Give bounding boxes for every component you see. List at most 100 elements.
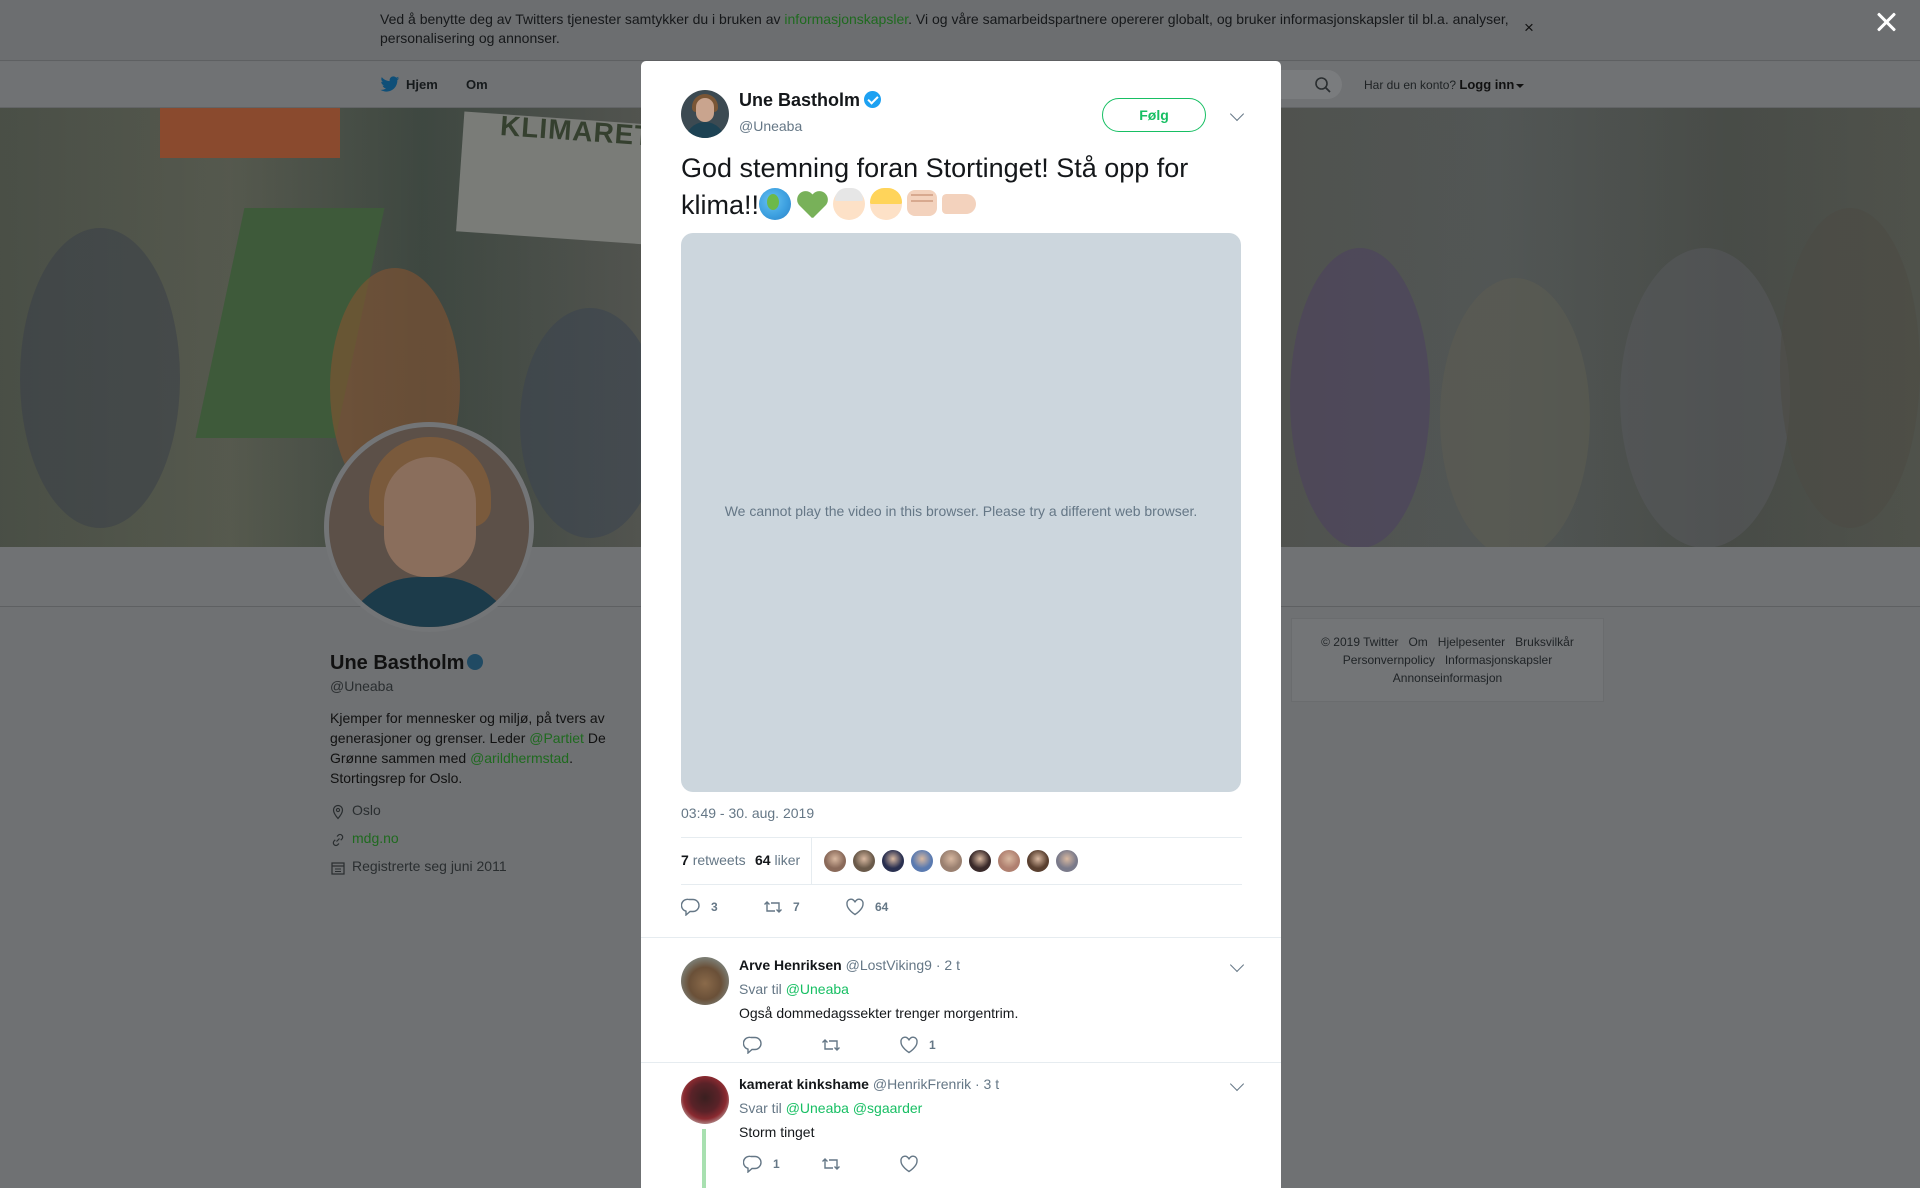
login-button[interactable]: Logg inn (1459, 77, 1514, 92)
footer-ads-link[interactable]: Annonseinformasjon (1393, 671, 1502, 685)
banner-crowd-shape (1440, 278, 1590, 547)
liker-avatar[interactable] (823, 849, 847, 873)
reply-author-handle[interactable]: @LostViking9 (846, 957, 932, 973)
reply-author-name[interactable]: kamerat kinkshame (739, 1076, 869, 1092)
location-text: Oslo (352, 802, 381, 818)
likes-label: liker (774, 852, 801, 868)
verified-badge-icon (467, 654, 484, 670)
avatar-body (685, 122, 725, 138)
cookie-close-icon[interactable]: × (1524, 18, 1534, 38)
video-player[interactable]: We cannot play the video in this browser… (681, 233, 1241, 792)
footer-terms-link[interactable]: Bruksvilkår (1515, 635, 1574, 649)
tweet-timestamp[interactable]: 03:49 - 30. aug. 2019 (681, 805, 814, 821)
tweet-menu-chevron-down-icon[interactable] (1229, 106, 1245, 122)
reply-time[interactable]: · 3 t (975, 1076, 999, 1092)
retweets-stat[interactable]: 7 retweets (681, 852, 746, 868)
reply-tweet[interactable]: kamerat kinkshame @HenrikFrenrik · 3 t S… (641, 1063, 1281, 1188)
profile-name[interactable]: Une Bastholm (330, 650, 630, 676)
joined-text: Registrerte seg juni 2011 (352, 858, 507, 874)
banner-crowd-shape (1290, 248, 1430, 547)
banner-crowd-shape (520, 308, 660, 538)
profile-location: Oslo (330, 802, 630, 820)
footer-about-link[interactable]: Om (1408, 635, 1427, 649)
nav-about-link[interactable]: Om (466, 77, 488, 92)
profile-handle[interactable]: @Uneaba (330, 678, 630, 694)
banner-crowd-shape (1780, 208, 1920, 528)
profile-info-card: Une Bastholm @Uneaba Kjemper for mennesk… (330, 650, 630, 876)
like-count: 1 (929, 1038, 936, 1052)
footer-copyright: © 2019 Twitter (1321, 635, 1399, 649)
reply-time[interactable]: · 2 t (936, 957, 960, 973)
reply-header: kamerat kinkshame @HenrikFrenrik · 3 t (739, 1076, 999, 1092)
reply-avatar[interactable] (681, 1076, 729, 1124)
bio-mention-link[interactable]: @arildhermstad (470, 750, 569, 766)
profile-website[interactable]: mdg.no (330, 830, 630, 848)
girl-emoji-icon (870, 188, 903, 220)
profile-name-text[interactable]: Une Bastholm (330, 652, 464, 674)
profile-avatar[interactable] (324, 422, 534, 632)
account-prompt: Har du en konto? (1364, 78, 1457, 92)
follow-button[interactable]: Følg (1102, 98, 1206, 132)
reply-menu-chevron-down-icon[interactable] (1229, 957, 1245, 973)
reply-author-handle[interactable]: @HenrikFrenrik (873, 1076, 971, 1092)
reply-icon (743, 1036, 762, 1054)
author-name[interactable]: Une Bastholm (739, 90, 882, 111)
reply-to-label: Svar til (739, 1100, 786, 1116)
cookie-text: Ved å benytte deg av Twitters tjenester … (380, 10, 1520, 48)
avatar-face (384, 457, 476, 577)
search-icon[interactable] (1314, 76, 1332, 94)
liker-avatar[interactable] (852, 849, 876, 873)
retweet-icon (822, 1039, 840, 1051)
caret-down-icon[interactable] (1516, 83, 1525, 88)
cookie-link[interactable]: informasjonskapsler (784, 11, 908, 27)
banner-crowd-shape (1620, 248, 1790, 547)
reply-avatar[interactable] (681, 957, 729, 1005)
reply-to-mention[interactable]: @Uneaba (786, 1100, 849, 1116)
footer-links: © 2019 Twitter Om Hjelpesenter Bruksvilkår … (1291, 618, 1604, 702)
website-link[interactable]: mdg.no (352, 830, 399, 846)
author-handle[interactable]: @Uneaba (739, 118, 802, 134)
liker-avatar[interactable] (968, 849, 992, 873)
reply-text: Også dommedagssekter trenger morgentrim. (739, 1005, 1019, 1021)
reply-author-name[interactable]: Arve Henriksen (739, 957, 842, 973)
link-icon (332, 833, 344, 847)
close-modal-icon[interactable] (1874, 10, 1898, 34)
retweets-count: 7 (681, 852, 689, 868)
author-name-text[interactable]: Une Bastholm (739, 90, 860, 110)
footer-privacy-link[interactable]: Personvernpolicy (1343, 653, 1435, 667)
liker-avatar[interactable] (1026, 849, 1050, 873)
author-avatar[interactable] (681, 90, 729, 138)
reply-text: Storm tinget (739, 1124, 815, 1140)
like-count: 64 (875, 900, 889, 914)
stats-divider (811, 838, 812, 884)
thread-line (702, 1129, 706, 1188)
liker-avatar[interactable] (1055, 849, 1079, 873)
reply-to-mention[interactable]: @Uneaba (786, 981, 849, 997)
twitter-bird-icon[interactable] (380, 76, 400, 93)
reply-to-mention[interactable]: @sgaarder (853, 1100, 922, 1116)
cookie-text-before: Ved å benytte deg av Twitters tjenester … (380, 11, 785, 27)
profile-joined: Registrerte seg juni 2011 (330, 858, 630, 876)
reply-tweet[interactable]: Arve Henriksen @LostViking9 · 2 t Svar t… (641, 938, 1281, 1055)
liker-avatar[interactable] (939, 849, 963, 873)
retweets-label: retweets (692, 852, 746, 868)
liker-avatar[interactable] (997, 849, 1021, 873)
banner-tent-shape (160, 108, 340, 158)
hand-emoji-icon (942, 194, 977, 214)
likes-stat[interactable]: 64 liker (755, 852, 800, 868)
footer-help-link[interactable]: Hjelpesenter (1438, 635, 1505, 649)
globe-emoji-icon (759, 188, 792, 220)
heart-icon (900, 1036, 918, 1054)
liker-avatar[interactable] (910, 849, 934, 873)
footer-cookies-link[interactable]: Informasjonskapsler (1445, 653, 1552, 667)
reply-icon (743, 1155, 762, 1173)
retweet-count: 7 (793, 900, 800, 914)
nav-home-link[interactable]: Hjem (406, 77, 438, 92)
bio-mention-link[interactable]: @Partiet (529, 730, 584, 746)
tweet-modal: Une Bastholm @Uneaba Følg God stemning f… (641, 61, 1281, 1188)
avatar-face (696, 98, 714, 122)
reply-count: 1 (773, 1157, 780, 1171)
liker-avatar[interactable] (881, 849, 905, 873)
reply-menu-chevron-down-icon[interactable] (1229, 1076, 1245, 1092)
account-area: Har du en konto? Logg inn (1364, 77, 1525, 92)
